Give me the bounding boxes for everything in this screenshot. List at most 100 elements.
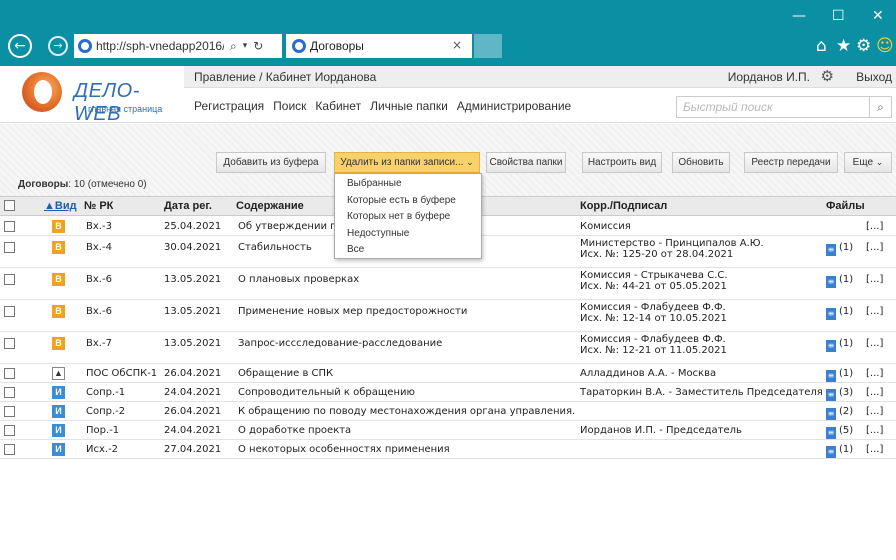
cell-number[interactable]: Вх.-4 (86, 242, 112, 253)
cell-content[interactable]: О плановых проверках (238, 274, 359, 285)
more-link[interactable]: [...] (866, 368, 883, 379)
cell-files[interactable]: ≡ (1) (826, 306, 853, 320)
column-header-number[interactable]: № РК (84, 200, 113, 212)
add-from-buffer-button[interactable]: Добавить из буфера (216, 152, 326, 173)
cell-content[interactable]: К обращению по поводу местонахождения ор… (238, 406, 575, 417)
more-link[interactable]: [...] (866, 338, 883, 349)
table-row[interactable]: В Вх.-6 13.05.2021 О плановых проверках Коми… (0, 268, 896, 300)
menu-item-registration[interactable]: Регистрация (194, 99, 264, 113)
more-link[interactable]: [...] (866, 387, 883, 398)
menu-item-search[interactable]: Поиск (273, 99, 306, 113)
more-link[interactable]: [...] (866, 274, 883, 285)
cell-number[interactable]: Вх.-7 (86, 338, 112, 349)
minimize-button[interactable]: — (792, 8, 806, 24)
row-checkbox[interactable] (4, 306, 15, 317)
address-bar[interactable]: http://sph-vnedapp2016/l ⌕ ▾ ↻ (74, 34, 282, 58)
more-link[interactable]: [...] (866, 425, 883, 436)
more-link[interactable]: [...] (866, 406, 883, 417)
dropdown-item-not-in-buffer[interactable]: Которых нет в буфере (335, 209, 481, 226)
cell-files[interactable]: ≡ (1) (826, 274, 853, 288)
row-checkbox[interactable] (4, 387, 15, 398)
close-tab-icon[interactable]: × (452, 38, 462, 52)
row-checkbox[interactable] (4, 406, 15, 417)
logout-link[interactable]: Выход (856, 70, 892, 84)
table-row[interactable]: И Пор.-1 24.04.2021 О доработке проекта Иорд… (0, 421, 896, 440)
cell-files[interactable]: ≡ (1) (826, 444, 853, 458)
settings-gear-icon[interactable]: ⚙ (856, 36, 871, 56)
cell-content[interactable]: Об утверждении по (238, 221, 343, 232)
column-header-corr[interactable]: Корр./Подписал (580, 200, 667, 212)
cell-number[interactable]: Сопр.-1 (86, 387, 125, 398)
column-header-files[interactable]: Файлы (826, 200, 865, 212)
cell-number[interactable]: Сопр.-2 (86, 406, 125, 417)
column-header-content[interactable]: Содержание (236, 200, 304, 212)
row-checkbox[interactable] (4, 444, 15, 455)
favorites-icon[interactable]: ★ (836, 36, 851, 56)
table-row[interactable]: И Сопр.-2 26.04.2021 К обращению по поводу … (0, 402, 896, 421)
cell-content[interactable]: Стабильность (238, 242, 312, 253)
row-checkbox[interactable] (4, 425, 15, 436)
back-button[interactable]: ← (8, 34, 32, 58)
logo[interactable]: ДЕЛО-WEB главная страница (0, 66, 184, 125)
quick-search-input[interactable]: Быстрый поиск (676, 96, 870, 118)
cell-number[interactable]: Вх.-3 (86, 221, 112, 232)
dropdown-item-all[interactable]: Все (335, 242, 481, 259)
menu-item-cabinet[interactable]: Кабинет (315, 99, 361, 113)
row-checkbox[interactable] (4, 274, 15, 285)
cell-content[interactable]: Запрос-иссследование-расследование (238, 338, 442, 349)
column-header-date[interactable]: Дата рег. (164, 200, 212, 212)
dropdown-item-in-buffer[interactable]: Которые есть в буфере (335, 193, 481, 210)
cell-files[interactable]: ≡ (3) (826, 387, 853, 401)
maximize-button[interactable]: ☐ (832, 8, 845, 24)
more-button[interactable]: Еще ⌄ (844, 152, 892, 173)
column-header-type[interactable]: ▲Вид (44, 200, 77, 212)
close-window-button[interactable]: ✕ (872, 8, 884, 24)
menu-item-personal-folders[interactable]: Личные папки (370, 99, 448, 113)
row-checkbox[interactable] (4, 221, 15, 232)
cell-content[interactable]: О доработке проекта (238, 425, 351, 436)
configure-view-button[interactable]: Настроить вид (582, 152, 662, 173)
row-checkbox[interactable] (4, 368, 15, 379)
cell-content[interactable]: Сопроводительный к обращению (238, 387, 415, 398)
cell-number[interactable]: Вх.-6 (86, 274, 112, 285)
table-row[interactable]: В Вх.-6 13.05.2021 Применение новых мер пре… (0, 300, 896, 332)
forward-button[interactable]: → (48, 36, 68, 56)
cell-number[interactable]: Исх.-2 (86, 444, 118, 455)
search-icon[interactable]: ⌕ (230, 39, 237, 54)
refresh-button[interactable]: Обновить (672, 152, 730, 173)
select-all-checkbox[interactable] (4, 200, 15, 211)
table-row[interactable]: ▲ ПОС ОбСПК-1 26.04.2021 Обращение в СПК Алл… (0, 364, 896, 383)
user-name[interactable]: Иорданов И.П. (728, 70, 810, 84)
browser-tab[interactable]: Договоры × (286, 34, 472, 58)
smiley-icon[interactable]: ☺ (876, 36, 894, 56)
dropdown-item-unavailable[interactable]: Недоступные (335, 226, 481, 243)
cell-number[interactable]: Вх.-6 (86, 306, 112, 317)
user-settings-icon[interactable]: ⚙ (821, 67, 834, 85)
cell-content[interactable]: Применение новых мер предосторожности (238, 306, 467, 317)
delete-from-folder-button[interactable]: Удалить из папки записи... ⌄ (334, 152, 480, 173)
more-link[interactable]: [...] (866, 221, 883, 232)
cell-files[interactable]: ≡ (1) (826, 242, 853, 256)
refresh-icon[interactable]: ↻ (253, 39, 263, 53)
home-icon[interactable]: ⌂ (816, 36, 827, 56)
cell-files[interactable]: ≡ (1) (826, 338, 853, 352)
cell-number[interactable]: ПОС ОбСПК-1 (86, 368, 157, 379)
table-row[interactable]: И Сопр.-1 24.04.2021 Сопроводительный к обр… (0, 383, 896, 402)
cell-files[interactable]: ≡ (1) (826, 368, 853, 382)
table-row[interactable]: В Вх.-7 13.05.2021 Запрос-иссследование-рас… (0, 332, 896, 364)
new-tab-button[interactable] (474, 34, 502, 58)
dropdown-icon[interactable]: ▾ (243, 41, 248, 51)
more-link[interactable]: [...] (866, 444, 883, 455)
cell-content[interactable]: Обращение в СПК (238, 368, 333, 379)
search-icon[interactable]: ⌕ (870, 96, 892, 118)
more-link[interactable]: [...] (866, 306, 883, 317)
cell-files[interactable]: ≡ (2) (826, 406, 853, 420)
cell-files[interactable]: ≡ (5) (826, 425, 853, 439)
folder-properties-button[interactable]: Свойства папки (486, 152, 566, 173)
more-link[interactable]: [...] (866, 242, 883, 253)
row-checkbox[interactable] (4, 242, 15, 253)
transfer-registry-button[interactable]: Реестр передачи (744, 152, 838, 173)
menu-item-administration[interactable]: Администрирование (457, 99, 571, 113)
row-checkbox[interactable] (4, 338, 15, 349)
table-row[interactable]: И Исх.-2 27.04.2021 О некоторых особенностя… (0, 440, 896, 459)
